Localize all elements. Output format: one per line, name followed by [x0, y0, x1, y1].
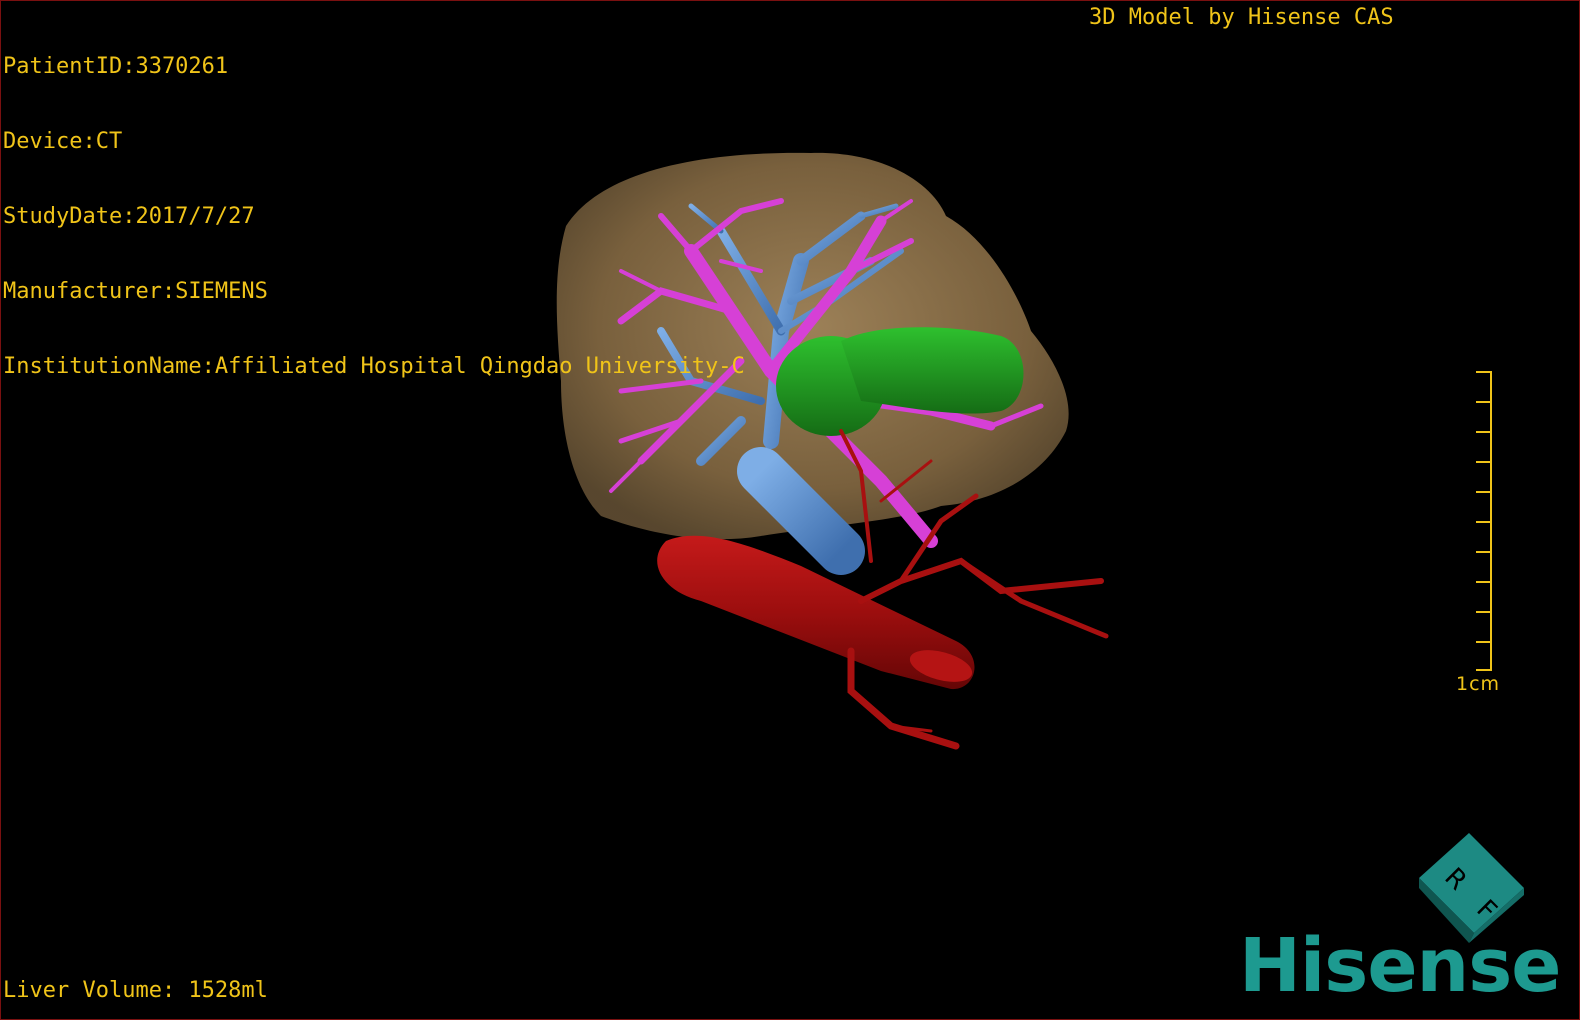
- liver-volume: Liver Volume: 1528ml: [3, 978, 268, 1003]
- institution-name: InstitutionName:Affiliated Hospital Qing…: [3, 354, 745, 379]
- manufacturer: Manufacturer:SIEMENS: [3, 279, 268, 304]
- study-date: StudyDate:2017/7/27: [3, 204, 255, 229]
- scale-bar-label: 1cm: [1456, 673, 1501, 695]
- 3d-viewport[interactable]: PatientID:3370261 Device:CT StudyDate:20…: [0, 0, 1580, 1020]
- model-credit: 3D Model by Hisense CAS: [1089, 5, 1394, 30]
- device: Device:CT: [3, 129, 123, 154]
- hisense-logo: Hisense: [1239, 923, 1561, 1009]
- scale-bar: [1476, 371, 1492, 671]
- patient-id: PatientID:3370261: [3, 54, 229, 79]
- patient-metadata: PatientID:3370261 Device:CT StudyDate:20…: [3, 4, 745, 429]
